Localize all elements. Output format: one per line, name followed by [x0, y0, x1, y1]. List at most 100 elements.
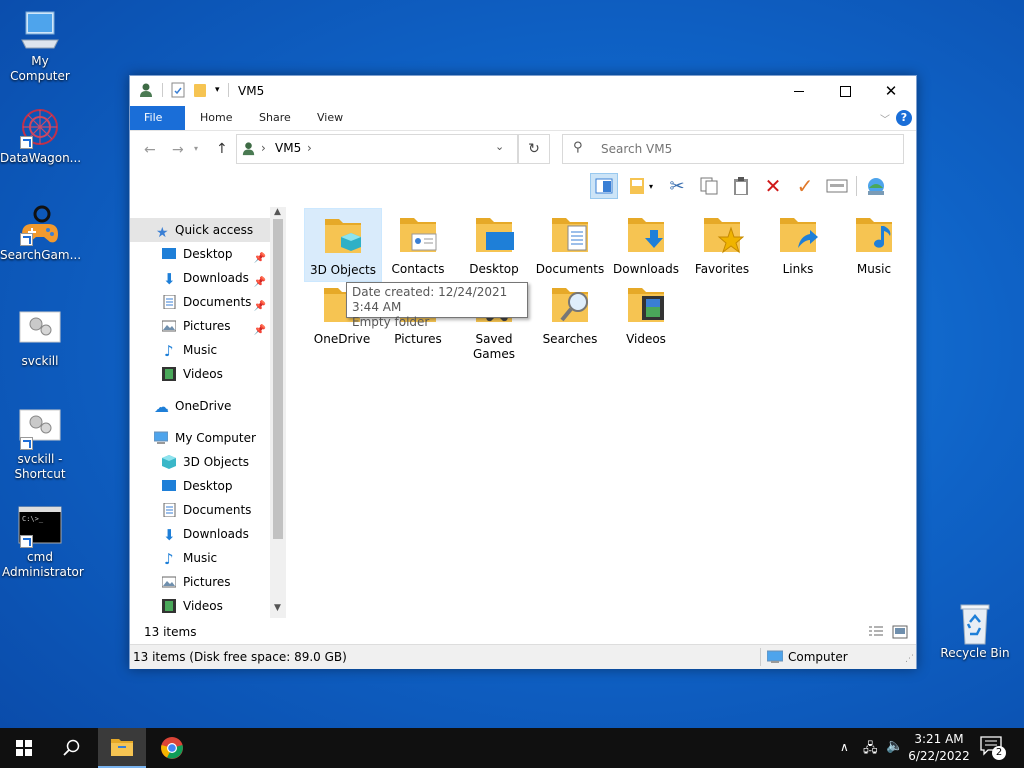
gear-file-icon [18, 310, 62, 350]
clock[interactable]: 3:21 AM 6/22/2022 [908, 731, 970, 765]
scrollbar-thumb[interactable] [273, 219, 283, 539]
navigation-pane[interactable]: ★ Quick access Desktop 📌 ⬇ Downloads 📌 D… [130, 207, 286, 618]
desktop-icon-svckill[interactable]: svckill [0, 310, 80, 369]
search-button[interactable] [48, 728, 96, 768]
nav-computer-downloads[interactable]: ⬇ Downloads [130, 522, 270, 546]
folder-item-favorites[interactable]: Favorites [684, 208, 760, 280]
close-icon: ✕ [884, 82, 898, 100]
nav-computer-videos[interactable]: Videos [130, 594, 270, 618]
breadcrumb[interactable]: VM5 [275, 141, 301, 155]
nav-quick-music[interactable]: ♪ Music [130, 338, 270, 362]
show-hidden-icons-button[interactable]: ∧ [840, 740, 849, 754]
nav-scrollbar[interactable]: ▲ ▼ [270, 207, 286, 618]
clock-date: 6/22/2022 [908, 749, 970, 763]
scissors-icon: ✂ [669, 175, 685, 197]
maximize-button[interactable] [822, 76, 868, 106]
nav-quick-access[interactable]: ★ Quick access [130, 218, 270, 242]
folder-item-3d-objects[interactable]: 3D Objects [304, 208, 382, 282]
nav-onedrive[interactable]: ☁ OneDrive [130, 394, 270, 418]
resize-grip-icon[interactable]: ⋰ [905, 654, 914, 664]
nav-computer-desktop[interactable]: Desktop [130, 474, 270, 498]
nav-computer-3d-objects[interactable]: 3D Objects [130, 450, 270, 474]
taskbar-chrome[interactable] [148, 728, 196, 768]
folder-item-downloads[interactable]: Downloads [608, 208, 684, 280]
folder-3d-objects-icon [325, 219, 361, 253]
start-button[interactable] [0, 728, 48, 768]
network-button[interactable] [863, 174, 889, 198]
star-icon: ★ [156, 225, 169, 241]
nav-computer-documents[interactable]: Documents [130, 498, 270, 522]
cut-button[interactable]: ✂ [664, 174, 690, 198]
nav-quick-documents[interactable]: Documents 📌 [130, 290, 270, 314]
help-button[interactable]: ? [896, 110, 912, 126]
layout-button[interactable]: ▾ [624, 174, 658, 198]
nav-my-computer[interactable]: My Computer [130, 426, 270, 450]
user-folder-icon[interactable] [138, 82, 154, 98]
address-bar[interactable]: › VM5 › ⌄ [236, 134, 518, 164]
desktop-icon-label: svckill [21, 354, 59, 368]
network-icon[interactable]: 🖧 [863, 739, 878, 761]
expand-ribbon-icon[interactable]: ﹀ [880, 111, 890, 126]
folder-item-searches[interactable]: Searches [532, 278, 608, 350]
document-icon [163, 295, 176, 309]
minimize-button[interactable] [776, 76, 822, 106]
nav-quick-downloads[interactable]: ⬇ Downloads 📌 [130, 266, 270, 290]
chrome-icon [161, 737, 183, 759]
folder-item-contacts[interactable]: Contacts [380, 208, 456, 280]
scroll-up-icon[interactable]: ▲ [274, 207, 281, 217]
paste-button[interactable] [728, 174, 754, 198]
nav-quick-pictures[interactable]: Pictures 📌 [130, 314, 270, 338]
nav-quick-desktop[interactable]: Desktop 📌 [130, 242, 270, 266]
properties-button[interactable] [824, 174, 850, 198]
details-view-button[interactable] [868, 625, 884, 639]
tab-view[interactable]: View [303, 106, 357, 130]
tab-file[interactable]: File [130, 106, 185, 130]
preview-pane-button[interactable] [590, 173, 618, 199]
rename-button[interactable]: ✓ [792, 174, 818, 198]
desktop-icon-recycle-bin[interactable]: Recycle Bin [935, 602, 1015, 661]
chevron-down-icon[interactable]: ⌄ [495, 140, 504, 153]
desktop-icon-searchgames[interactable]: SearchGam... [0, 204, 81, 263]
forward-button[interactable]: → [172, 142, 184, 158]
folder-content-area[interactable]: 3D Objects Contacts Desktop Documents Do… [300, 207, 916, 618]
folder-item-documents[interactable]: Documents [532, 208, 608, 280]
desktop-icon-svckill-shortcut[interactable]: svckill - Shortcut [0, 408, 80, 482]
folder-item-desktop[interactable]: Desktop [456, 208, 532, 280]
close-button[interactable]: ✕ [868, 76, 914, 106]
search-box[interactable]: ⚲ [562, 134, 904, 164]
customize-qat-icon[interactable]: ▾ [215, 85, 220, 95]
delete-x-icon: ✕ [764, 174, 782, 198]
desktop-icon-my-computer[interactable]: My Computer [0, 10, 80, 84]
refresh-button[interactable]: ↻ [518, 134, 550, 164]
nav-computer-music[interactable]: ♪ Music [130, 546, 270, 570]
nav-computer-pictures[interactable]: Pictures [130, 570, 270, 594]
notifications-button[interactable]: 2 [980, 736, 1006, 760]
document-icon [163, 503, 176, 517]
tab-home[interactable]: Home [186, 106, 246, 130]
folder-item-music[interactable]: Music [836, 208, 912, 280]
breadcrumb-separator[interactable]: › [261, 141, 266, 155]
tooltip-folder-status: Empty folder [352, 315, 430, 329]
large-icons-view-button[interactable] [892, 625, 908, 639]
folder-item-videos[interactable]: Videos [608, 278, 684, 350]
folder-item-links[interactable]: Links [760, 208, 836, 280]
folder-searches-icon [552, 288, 588, 322]
copy-button[interactable] [696, 174, 722, 198]
taskbar-file-explorer[interactable] [98, 728, 146, 768]
nav-quick-videos[interactable]: Videos [130, 362, 270, 386]
new-folder-icon[interactable] [193, 82, 207, 98]
volume-icon[interactable]: 🔈 [886, 738, 903, 754]
desktop-icon-datawagon[interactable]: DataWagon... [0, 107, 81, 166]
breadcrumb-separator[interactable]: › [307, 141, 312, 155]
search-input[interactable] [599, 139, 893, 159]
back-button[interactable]: ← [144, 142, 156, 158]
tab-share[interactable]: Share [245, 106, 305, 130]
desktop-icon-cmd[interactable]: C:\>_ cmd Administrator [0, 506, 84, 580]
title-bar[interactable]: ▾ VM5 ✕ [130, 76, 916, 106]
recent-locations-button[interactable]: ▾ [194, 144, 198, 153]
file-explorer-window[interactable]: ▾ VM5 ✕ File Home Share View ﹀ ? ← → ▾ ↑… [129, 75, 917, 669]
properties-icon[interactable] [171, 82, 185, 98]
scroll-down-icon[interactable]: ▼ [274, 603, 281, 613]
delete-button[interactable]: ✕ [760, 174, 786, 198]
up-button[interactable]: ↑ [216, 141, 228, 157]
